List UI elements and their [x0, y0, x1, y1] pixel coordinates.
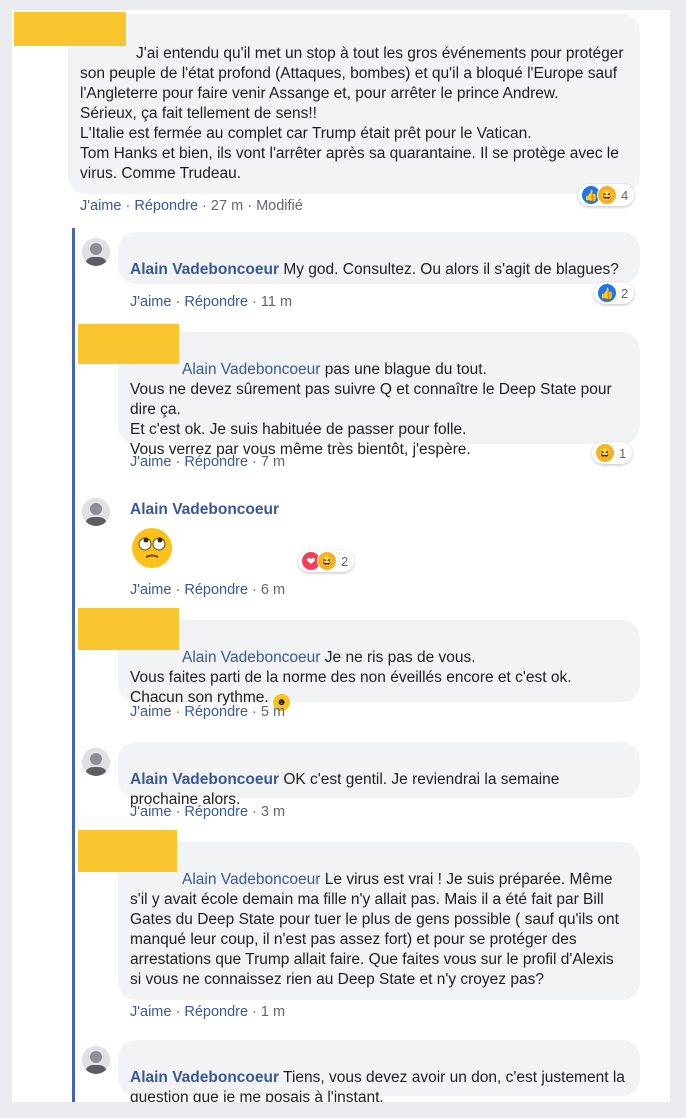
reaction-count: 4	[621, 187, 629, 203]
haha-reaction-icon: 😆	[597, 185, 617, 205]
reply-link[interactable]: Répondre	[184, 1004, 248, 1020]
person-avatar-icon	[82, 748, 110, 776]
timestamp[interactable]: 3 m	[261, 804, 285, 820]
mention-link[interactable]: Alain Vadeboncoeur	[182, 361, 320, 378]
timestamp[interactable]: 27 m	[211, 198, 243, 214]
person-avatar-icon	[82, 498, 110, 526]
haha-reaction-icon: 😆	[595, 443, 615, 463]
comment-bubble: Alain Vadeboncoeur Le virus est vrai ! J…	[118, 842, 640, 1000]
comment-actions: J'aime · Répondre · 7 m	[130, 454, 285, 470]
comment-actions: J'aime · Répondre · 27 m · Modifié	[80, 198, 303, 214]
timestamp[interactable]: 6 m	[261, 582, 285, 598]
separator: ·	[171, 582, 185, 598]
timestamp[interactable]: 11 m	[261, 294, 292, 310]
reply-link[interactable]: Répondre	[184, 454, 248, 470]
reply-thread-line	[72, 228, 75, 1102]
reaction-count: 1	[619, 445, 627, 461]
separator: ·	[248, 582, 261, 598]
author-name[interactable]: Alain Vadeboncoeur	[130, 261, 279, 278]
like-link[interactable]: J'aime	[80, 198, 121, 214]
comment-actions: J'aime · Répondre · 1 m	[130, 1004, 285, 1020]
like-link[interactable]: J'aime	[130, 294, 171, 310]
separator: ·	[248, 804, 261, 820]
comment-thread: J'ai entendu qu'il met un stop à tout le…	[12, 10, 670, 1102]
haha-reaction-icon: 😆	[317, 551, 337, 571]
reply-link[interactable]: Répondre	[184, 582, 248, 598]
person-avatar-icon	[82, 1046, 110, 1074]
separator: ·	[243, 198, 257, 214]
comment-bubble: Alain Vadeboncoeur Tiens, vous devez avo…	[118, 1040, 640, 1102]
author-name[interactable]: Alain Vadeboncoeur	[130, 1069, 279, 1086]
comment-actions: J'aime · Répondre · 6 m	[130, 582, 285, 598]
separator: ·	[248, 1004, 261, 1020]
reply-link[interactable]: Répondre	[184, 294, 248, 310]
reaction-summary[interactable]: ❤ 😆 2	[298, 550, 355, 572]
person-avatar-icon	[82, 238, 110, 266]
separator: ·	[171, 294, 185, 310]
separator: ·	[121, 198, 135, 214]
reply-link[interactable]: Répondre	[134, 198, 198, 214]
reaction-summary[interactable]: 👍 😆 4	[578, 184, 635, 206]
like-link[interactable]: J'aime	[130, 804, 171, 820]
reaction-count: 2	[621, 285, 629, 301]
separator: ·	[198, 198, 211, 214]
comment-actions: J'aime · Répondre · 3 m	[130, 804, 285, 820]
like-reaction-icon: 👍	[597, 283, 617, 303]
reaction-summary[interactable]: 😆 1	[592, 442, 633, 464]
comment-bubble: Alain Vadeboncoeur OK c'est gentil. Je r…	[118, 742, 640, 808]
separator: ·	[171, 454, 185, 470]
like-link[interactable]: J'aime	[130, 704, 171, 720]
comment-text: My god. Consultez. Ou alors il s'agit de…	[283, 261, 619, 278]
author-name[interactable]: Alain Vadeboncoeur	[130, 501, 279, 519]
author-name[interactable]: Alain Vadeboncoeur	[130, 771, 279, 788]
separator: ·	[248, 454, 261, 470]
redaction-block	[78, 608, 179, 650]
edited-label[interactable]: Modifié	[256, 198, 303, 214]
redaction-block	[78, 324, 179, 364]
eye-roll-emoji	[132, 528, 172, 568]
comment-bubble: J'ai entendu qu'il met un stop à tout le…	[68, 14, 640, 194]
comment-actions: J'aime · Répondre · 5 m	[130, 704, 285, 720]
reply-link[interactable]: Répondre	[184, 804, 248, 820]
redaction-block	[78, 830, 177, 872]
reaction-count: 2	[341, 553, 349, 569]
comment-text: Le virus est vrai ! Je suis préparée. Mê…	[130, 871, 619, 988]
separator: ·	[248, 294, 261, 310]
like-link[interactable]: J'aime	[130, 454, 171, 470]
like-link[interactable]: J'aime	[130, 1004, 171, 1020]
avatar[interactable]	[82, 238, 110, 266]
comment-bubble: Alain Vadeboncoeur pas une blague du tou…	[118, 332, 640, 458]
like-link[interactable]: J'aime	[130, 582, 171, 598]
timestamp[interactable]: 5 m	[261, 704, 285, 720]
separator: ·	[171, 704, 185, 720]
reply-link[interactable]: Répondre	[184, 704, 248, 720]
avatar[interactable]	[82, 748, 110, 776]
separator: ·	[248, 704, 261, 720]
comment-bubble: Alain Vadeboncoeur My god. Consultez. Ou…	[118, 232, 640, 284]
mention-link[interactable]: Alain Vadeboncoeur	[182, 649, 320, 666]
avatar[interactable]	[82, 498, 110, 526]
reaction-summary[interactable]: 👍 2	[594, 282, 635, 304]
comment-text: J'ai entendu qu'il met un stop à tout le…	[80, 45, 624, 182]
avatar[interactable]	[82, 1046, 110, 1074]
separator: ·	[171, 1004, 185, 1020]
eye-roll-emoji-icon	[133, 529, 171, 567]
redaction-block	[14, 12, 126, 46]
comment-bubble: Alain Vadeboncoeur Je ne ris pas de vous…	[118, 620, 640, 711]
mention-link[interactable]: Alain Vadeboncoeur	[182, 871, 320, 888]
timestamp[interactable]: 7 m	[261, 454, 285, 470]
separator: ·	[171, 804, 185, 820]
comment-actions: J'aime · Répondre · 11 m	[130, 294, 292, 310]
timestamp[interactable]: 1 m	[261, 1004, 285, 1020]
